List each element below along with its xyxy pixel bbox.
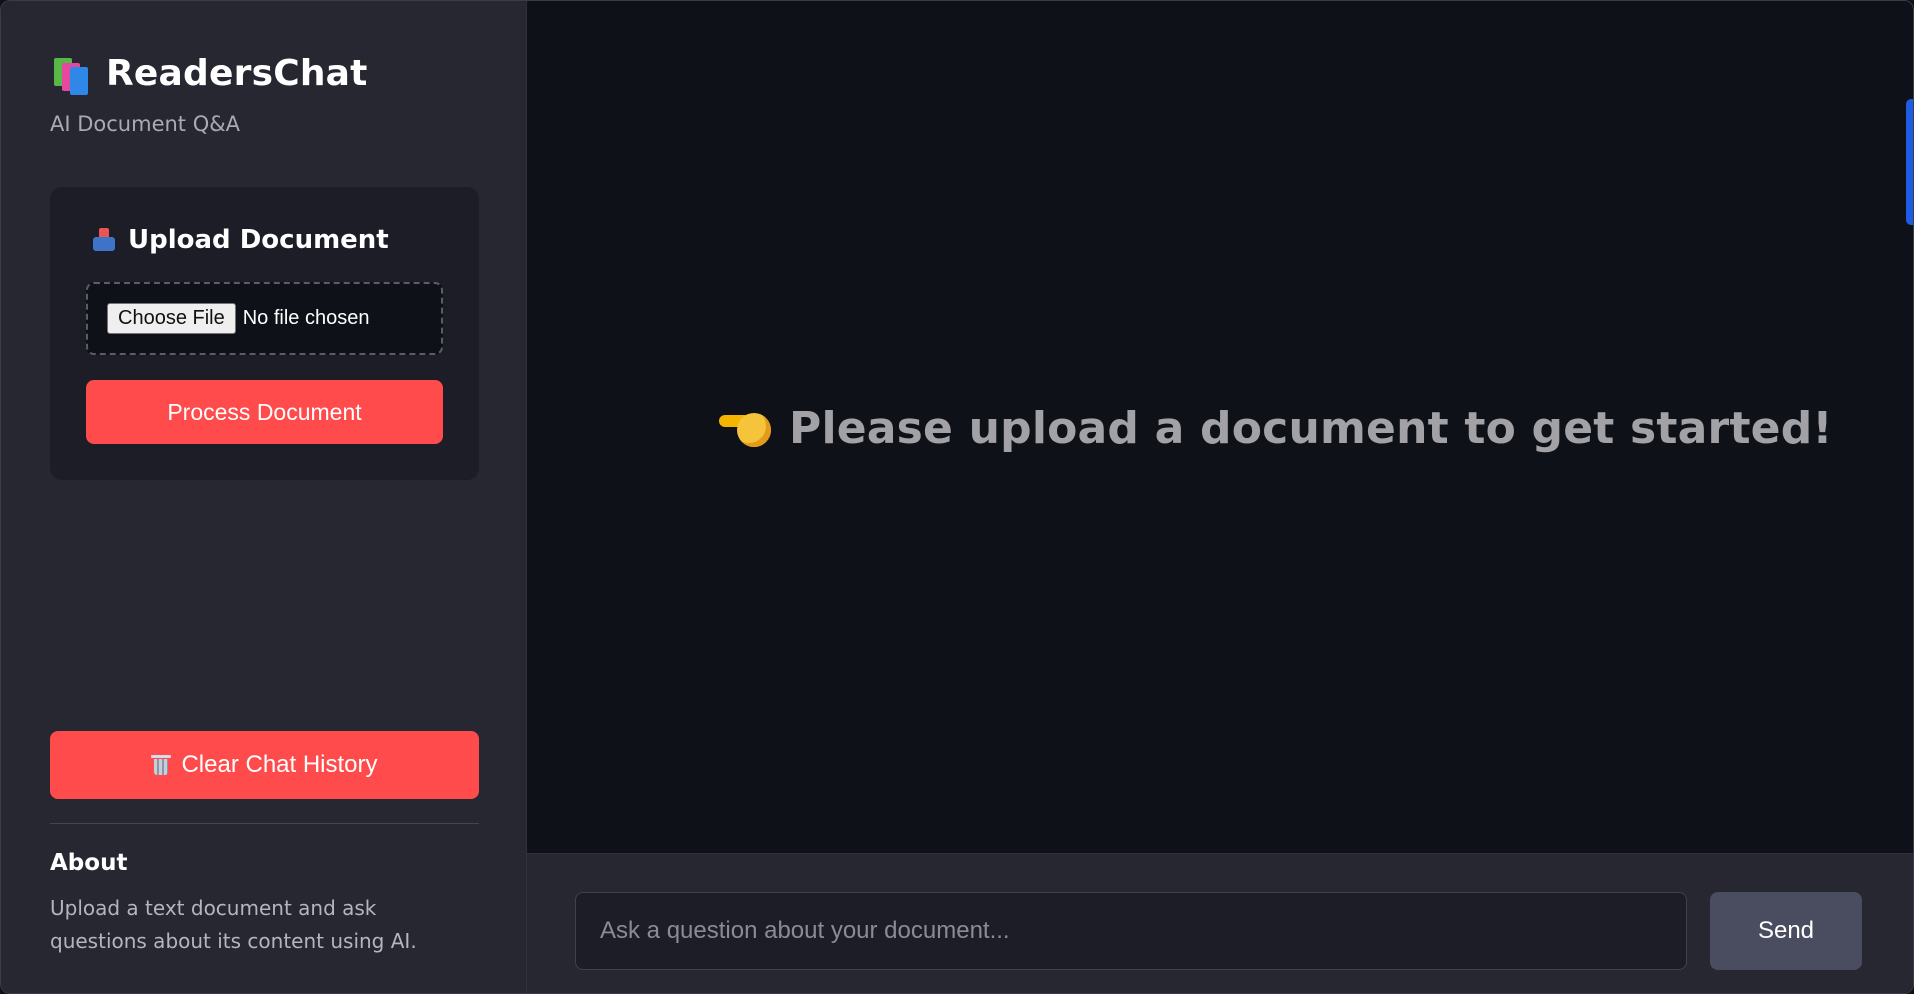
hand-palm-shape: [737, 412, 771, 447]
wastebasket-icon: [151, 754, 172, 776]
pointing-hand-icon: [719, 407, 773, 451]
chat-input-bar: Send: [527, 853, 1913, 993]
sidebar: ReadersChat AI Document Q&A Upload Docum…: [1, 1, 527, 993]
app-window: ReadersChat AI Document Q&A Upload Docum…: [0, 0, 1914, 994]
upload-heading: Upload Document: [92, 225, 389, 255]
brand: ReadersChat: [50, 53, 368, 95]
choose-file-button[interactable]: Choose File: [107, 303, 236, 334]
sidebar-divider: [50, 823, 479, 824]
clear-chat-history-label: Clear Chat History: [181, 751, 378, 778]
upload-card: Upload Document Choose File No file chos…: [50, 187, 479, 480]
file-status-text: No file chosen: [242, 307, 370, 329]
question-input[interactable]: [575, 892, 1687, 970]
app-title: ReadersChat: [106, 53, 368, 94]
about-title: About: [50, 850, 128, 876]
scroll-indicator[interactable]: [1906, 99, 1913, 225]
upload-title: Upload Document: [128, 225, 389, 255]
books-icon: [50, 54, 92, 95]
wastebasket-lid-shape: [151, 755, 172, 758]
clear-chat-history-button[interactable]: Clear Chat History: [50, 731, 479, 799]
book-shape-blue: [70, 66, 88, 95]
main-content: Please upload a document to get started!: [527, 1, 1913, 853]
app-subtitle: AI Document Q&A: [50, 112, 240, 136]
inbox-tray-icon: [92, 228, 116, 252]
file-upload-zone[interactable]: Choose File No file chosen: [86, 282, 443, 355]
inbox-tray-shape: [93, 237, 115, 251]
process-document-button[interactable]: Process Document: [86, 380, 443, 444]
upload-prompt-text: Please upload a document to get started!: [789, 403, 1833, 454]
wastebasket-can-shape: [154, 759, 169, 775]
upload-prompt: Please upload a document to get started!: [719, 403, 1833, 454]
about-text: Upload a text document and ask questions…: [50, 896, 417, 953]
send-button[interactable]: Send: [1710, 892, 1862, 970]
